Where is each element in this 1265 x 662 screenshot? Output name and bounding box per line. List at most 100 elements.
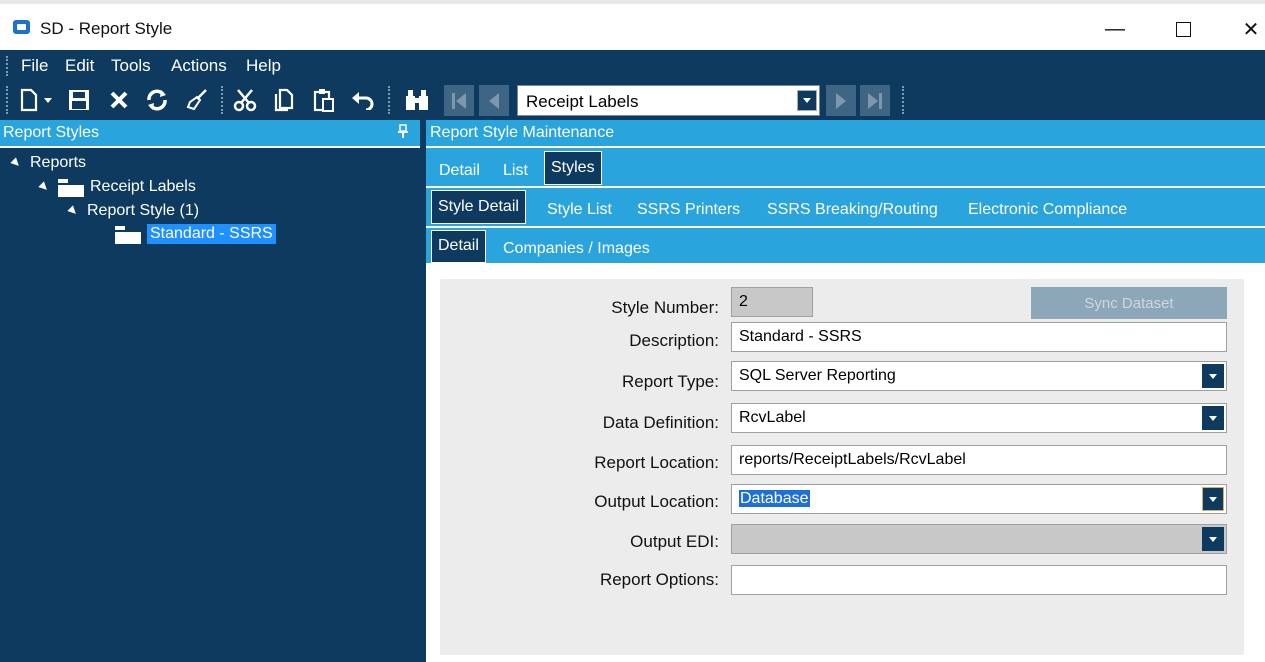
tab-companies-images[interactable]: Companies / Images	[503, 240, 650, 258]
output-location-label: Output Location:	[594, 492, 719, 511]
second-tab-strip: Style Detail Style List SSRS Printers SS…	[426, 188, 1265, 226]
style-number-value: 2	[739, 293, 748, 310]
undo-icon[interactable]	[350, 87, 376, 113]
tab-detail-inner[interactable]: Detail	[431, 230, 486, 263]
paste-icon[interactable]	[311, 87, 337, 113]
output-edi-label: Output EDI:	[630, 532, 719, 551]
tab-list[interactable]: List	[503, 162, 528, 180]
report-location-field[interactable]: reports/ReceiptLabels/RcvLabel	[731, 445, 1227, 475]
minimize-button[interactable]: —	[1092, 12, 1138, 46]
output-edi-select[interactable]	[731, 524, 1227, 554]
tree-node-label-selected: Standard - SSRS	[147, 224, 276, 244]
folder-icon	[115, 226, 141, 244]
tab-ssrs-printers[interactable]: SSRS Printers	[637, 201, 740, 219]
tree-node-label: Receipt Labels	[90, 178, 196, 195]
cut-icon[interactable]	[232, 87, 258, 113]
description-value: Standard - SSRS	[739, 328, 862, 345]
right-panel-title: Report Style Maintenance	[430, 124, 615, 141]
tree-node-receipt-labels[interactable]: Receipt Labels	[38, 178, 196, 197]
first-record-icon	[452, 92, 466, 109]
top-tab-strip: Detail List Styles	[426, 148, 1265, 186]
tab-styles[interactable]: Styles	[544, 151, 602, 185]
expand-arrow-icon[interactable]	[10, 157, 22, 169]
style-number-field: 2	[731, 287, 813, 317]
style-number-label: Style Number:	[611, 298, 719, 317]
output-location-value: Database	[739, 490, 810, 507]
chevron-down-icon[interactable]	[1202, 364, 1224, 388]
save-icon[interactable]	[66, 87, 92, 113]
tree-node-label: Reports	[30, 154, 87, 171]
toolbar-separator	[221, 86, 223, 114]
tab-electronic-compliance[interactable]: Electronic Compliance	[968, 201, 1127, 219]
copy-icon[interactable]	[271, 87, 297, 113]
minimize-icon: —	[1105, 17, 1125, 40]
form-area: Sync Dataset Style Number: 2 Description…	[426, 263, 1265, 662]
toolbar-grip-end	[902, 86, 904, 114]
report-location-value: reports/ReceiptLabels/RcvLabel	[739, 451, 966, 468]
window-titlebar: SD - Report Style — ✕	[0, 0, 1265, 50]
right-panel-header: Report Style Maintenance	[426, 120, 1265, 146]
delete-icon[interactable]	[106, 87, 132, 113]
toolbar: Receipt Labels	[0, 82, 1265, 120]
maximize-button[interactable]	[1160, 12, 1206, 46]
report-options-label: Report Options:	[599, 570, 719, 589]
tab-ssrs-breaking-routing[interactable]: SSRS Breaking/Routing	[767, 201, 938, 219]
left-panel-title: Report Styles	[3, 124, 100, 141]
data-definition-select[interactable]: RcvLabel	[731, 403, 1227, 433]
first-record-button[interactable]	[444, 85, 474, 116]
record-selector[interactable]: Receipt Labels	[517, 85, 820, 116]
new-document-icon[interactable]	[16, 87, 42, 113]
menu-tools[interactable]: Tools	[111, 56, 151, 76]
chevron-down-icon[interactable]	[1202, 527, 1224, 551]
broom-icon[interactable]	[184, 87, 210, 113]
last-record-icon	[868, 92, 882, 109]
tab-detail[interactable]: Detail	[439, 162, 480, 180]
menubar-grip	[6, 56, 9, 76]
sync-dataset-button[interactable]: Sync Dataset	[1031, 287, 1227, 319]
left-panel-header: Report Styles	[0, 120, 420, 146]
data-definition-label: Data Definition:	[602, 413, 719, 432]
expand-arrow-icon[interactable]	[38, 181, 50, 193]
toolbar-grip	[6, 86, 8, 114]
previous-record-button[interactable]	[479, 85, 509, 116]
tab-style-list[interactable]: Style List	[547, 201, 612, 219]
refresh-icon[interactable]	[144, 87, 170, 113]
report-style-maintenance-panel: Report Style Maintenance Detail List Sty…	[426, 120, 1265, 662]
binoculars-icon[interactable]	[404, 87, 430, 113]
app-icon	[13, 20, 30, 34]
new-dropdown-icon[interactable]	[40, 87, 56, 113]
report-type-select[interactable]: SQL Server Reporting	[731, 361, 1227, 391]
close-button[interactable]: ✕	[1228, 12, 1265, 46]
data-definition-value: RcvLabel	[739, 409, 806, 426]
folder-icon	[58, 179, 84, 197]
window-title: SD - Report Style	[40, 19, 173, 38]
previous-record-icon	[489, 92, 499, 109]
expand-arrow-icon[interactable]	[67, 205, 79, 217]
tree-node-label: Report Style (1)	[87, 202, 200, 219]
report-location-label: Report Location:	[594, 453, 719, 472]
last-record-button[interactable]	[860, 85, 890, 116]
tab-style-detail[interactable]: Style Detail	[431, 190, 526, 224]
report-styles-panel: Report Styles Reports Receipt Labels Rep…	[0, 120, 420, 662]
record-selector-value: Receipt Labels	[526, 92, 639, 111]
menu-actions[interactable]: Actions	[171, 56, 227, 76]
tree-node-report-style[interactable]: Report Style (1)	[67, 202, 200, 220]
chevron-down-icon[interactable]	[797, 90, 817, 111]
output-location-select[interactable]: Database	[731, 484, 1227, 514]
tree-node-standard-ssrs[interactable]: Standard - SSRS	[115, 224, 276, 244]
report-options-field[interactable]	[731, 565, 1227, 595]
menu-file[interactable]: File	[21, 56, 48, 76]
menu-help[interactable]: Help	[246, 56, 281, 76]
chevron-down-icon[interactable]	[1202, 487, 1224, 511]
maximize-icon	[1175, 21, 1191, 37]
next-record-button[interactable]	[826, 85, 856, 116]
description-field[interactable]: Standard - SSRS	[731, 322, 1227, 352]
tree-node-reports[interactable]: Reports	[10, 154, 87, 172]
left-panel-divider	[0, 146, 420, 148]
menu-edit[interactable]: Edit	[65, 56, 94, 76]
style-detail-form: Sync Dataset Style Number: 2 Description…	[440, 279, 1244, 655]
pin-icon[interactable]	[398, 124, 408, 141]
next-record-icon	[836, 92, 846, 109]
chevron-down-icon[interactable]	[1202, 406, 1224, 430]
menu-bar: File Edit Tools Actions Help	[0, 50, 1265, 82]
